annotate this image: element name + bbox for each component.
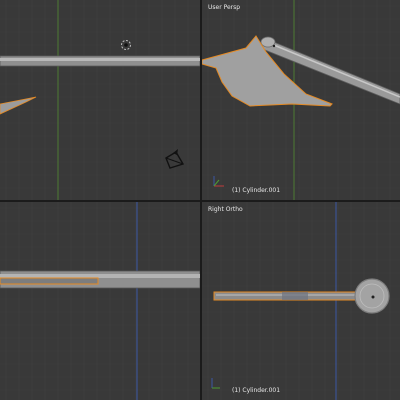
blender-window: User Persp (1) Cylinder.001 Right Ortho … <box>0 0 400 400</box>
viewport-bottom-right-canvas[interactable] <box>202 202 400 400</box>
viewport-bottom-right[interactable]: Right Ortho (1) Cylinder.001 <box>202 202 400 400</box>
viewport-bottom-left-canvas[interactable] <box>0 202 200 400</box>
viewport-top-right-canvas[interactable] <box>202 0 400 200</box>
view-name-label: Right Ortho <box>208 206 243 213</box>
axe-shaft-highlight <box>0 58 200 61</box>
viewport-top-right[interactable]: User Persp (1) Cylinder.001 <box>202 0 400 200</box>
viewport-divider-horizontal[interactable] <box>0 200 400 202</box>
viewport-background <box>0 202 200 400</box>
origin-dot <box>371 295 375 299</box>
origin-dot <box>272 44 276 48</box>
axe-grip <box>282 292 308 300</box>
viewport-top-left-canvas[interactable] <box>0 0 200 200</box>
axe-cap[interactable] <box>260 36 276 48</box>
object-label: (1) Cylinder.001 <box>232 187 281 194</box>
object-label: (1) Cylinder.001 <box>232 387 281 394</box>
axe-blade-edge[interactable] <box>0 277 99 285</box>
view-name-label: User Persp <box>208 4 241 11</box>
viewport-bottom-left[interactable] <box>0 202 200 400</box>
axe-shaft-highlight <box>0 274 200 278</box>
viewport-top-left[interactable] <box>0 0 200 200</box>
